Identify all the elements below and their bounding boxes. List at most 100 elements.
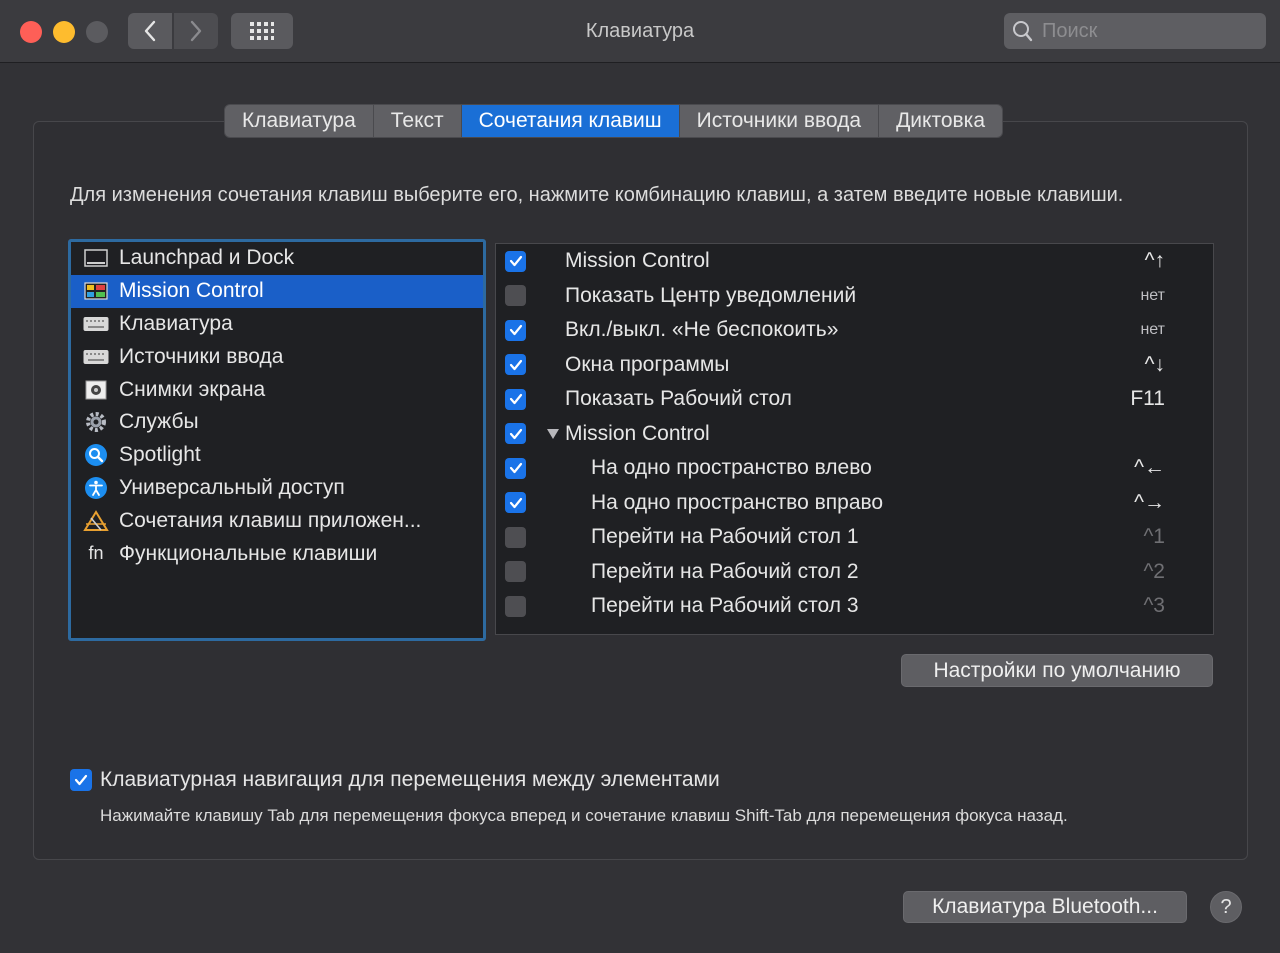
category-item-mission-control[interactable]: Mission Control xyxy=(71,274,483,308)
shortcut-key[interactable]: ^1 xyxy=(1143,525,1165,549)
search-input[interactable] xyxy=(1040,18,1254,44)
shortcut-checkbox[interactable] xyxy=(505,457,526,479)
category-label: Снимки экрана xyxy=(119,377,266,401)
shortcut-checkbox[interactable] xyxy=(505,388,526,410)
mission-control-icon xyxy=(83,280,109,302)
shortcut-label: На одно пространство вправо xyxy=(591,490,884,514)
shortcut-checkbox[interactable] xyxy=(505,250,526,272)
shortcut-row[interactable]: Перейти на Рабочий стол 2 ^2 xyxy=(496,555,1213,590)
shortcut-checkbox[interactable] xyxy=(505,595,526,617)
shortcut-label: Показать Центр уведомлений xyxy=(565,283,857,307)
category-label: Службы xyxy=(119,410,199,434)
shortcut-key[interactable]: F11 xyxy=(1130,387,1165,411)
tab-bar: Клавиатура Текст Сочетания клавиш Источн… xyxy=(224,104,1003,138)
checkmark-icon xyxy=(74,774,88,786)
category-label: Сочетания клавиш приложен... xyxy=(119,508,422,532)
category-item-screenshots[interactable]: Снимки экрана xyxy=(71,373,483,406)
checkmark-icon xyxy=(509,359,522,370)
restore-defaults-button[interactable]: Настройки по умолчанию xyxy=(901,654,1213,687)
keyboard-navigation-description: Нажимайте клавишу Tab для перемещения фо… xyxy=(100,806,1068,825)
keyboard-icon xyxy=(83,346,109,368)
category-item-accessibility[interactable]: Универсальный доступ xyxy=(71,472,483,505)
title-bar: Клавиатура xyxy=(0,0,1280,63)
shortcut-list[interactable]: Mission Control ^↑ Показать Центр уведом… xyxy=(495,243,1214,635)
category-item-services[interactable]: Службы xyxy=(71,406,483,439)
accessibility-icon xyxy=(83,476,109,499)
shortcut-row[interactable]: Mission Control ^↑ xyxy=(496,244,1213,279)
shortcut-key[interactable]: ^↓ xyxy=(1145,353,1165,377)
tab-input-sources[interactable]: Источники ввода xyxy=(680,105,880,137)
category-item-function-keys[interactable]: fn Функциональные клавиши xyxy=(71,537,483,570)
category-label: Launchpad и Dock xyxy=(119,246,295,270)
shortcut-key[interactable]: нет xyxy=(1140,321,1165,339)
gear-icon xyxy=(83,411,109,433)
shortcut-checkbox[interactable] xyxy=(505,526,526,548)
shortcut-row[interactable]: Перейти на Рабочий стол 1 ^1 xyxy=(496,520,1213,555)
shortcut-row[interactable]: Вкл./выкл. «Не беспокоить» нет xyxy=(496,313,1213,348)
shortcut-label: Показать Рабочий стол xyxy=(565,387,792,411)
shortcut-row[interactable]: На одно пространство вправо ^→ xyxy=(496,486,1213,521)
bluetooth-keyboard-button[interactable]: Клавиатура Bluetooth... xyxy=(903,891,1187,923)
tab-shortcuts[interactable]: Сочетания клавиш xyxy=(461,105,680,137)
category-label: Функциональные клавиши xyxy=(119,541,378,565)
checkmark-icon xyxy=(509,497,522,508)
shortcut-checkbox[interactable] xyxy=(505,423,526,445)
category-label: Источники ввода xyxy=(119,344,284,368)
shortcut-group-row[interactable]: Mission Control xyxy=(496,417,1213,452)
shortcut-label: На одно пространство влево xyxy=(591,456,872,480)
spotlight-icon xyxy=(83,444,109,467)
instruction-text: Для изменения сочетания клавиш выберите … xyxy=(70,184,1124,206)
help-button[interactable]: ? xyxy=(1210,891,1242,923)
shortcut-key[interactable]: ^2 xyxy=(1143,560,1165,584)
shortcut-key[interactable]: ^↑ xyxy=(1145,249,1165,273)
category-item-input-sources[interactable]: Источники ввода xyxy=(71,340,483,373)
shortcut-checkbox[interactable] xyxy=(505,492,526,514)
shortcut-row[interactable]: Окна программы ^↓ xyxy=(496,348,1213,383)
dock-icon xyxy=(83,247,109,269)
shortcut-row[interactable]: Перейти на Рабочий стол 3 ^3 xyxy=(496,589,1213,624)
category-label: Универсальный доступ xyxy=(119,475,345,499)
shortcut-key[interactable]: нет xyxy=(1140,287,1165,305)
checkmark-icon xyxy=(509,463,522,474)
screenshot-icon xyxy=(83,379,109,401)
shortcut-key[interactable]: ^← xyxy=(1134,456,1165,480)
category-item-app-shortcuts[interactable]: Сочетания клавиш приложен... xyxy=(71,504,483,537)
shortcut-label: Перейти на Рабочий стол 3 xyxy=(591,594,859,618)
tab-dictation[interactable]: Диктовка xyxy=(879,105,1002,137)
shortcut-row[interactable]: Показать Рабочий стол F11 xyxy=(496,382,1213,417)
keyboard-navigation-checkbox[interactable] xyxy=(70,769,92,791)
shortcut-key[interactable]: ^3 xyxy=(1143,594,1165,618)
shortcut-label: Перейти на Рабочий стол 2 xyxy=(591,559,859,583)
checkmark-icon xyxy=(509,256,522,267)
category-label: Клавиатура xyxy=(119,311,233,335)
shortcut-checkbox[interactable] xyxy=(505,285,526,307)
checkmark-icon xyxy=(509,325,522,336)
search-icon xyxy=(1013,21,1033,42)
shortcut-checkbox[interactable] xyxy=(505,561,526,583)
shortcut-checkbox[interactable] xyxy=(505,319,526,341)
shortcut-label: Mission Control xyxy=(565,249,710,273)
tab-text[interactable]: Текст xyxy=(374,105,462,137)
checkmark-icon xyxy=(509,428,522,439)
shortcut-label: Перейти на Рабочий стол 1 xyxy=(591,525,859,549)
category-item-spotlight[interactable]: Spotlight xyxy=(71,439,483,472)
shortcut-label: Окна программы xyxy=(565,352,730,376)
keyboard-icon xyxy=(83,313,109,335)
category-item-launchpad-dock[interactable]: Launchpad и Dock xyxy=(71,242,483,275)
keyboard-navigation-label[interactable]: Клавиатурная навигация для перемещения м… xyxy=(100,768,720,792)
shortcut-row[interactable]: Показать Центр уведомлений нет xyxy=(496,279,1213,314)
shortcut-checkbox[interactable] xyxy=(505,354,526,376)
shortcut-label: Mission Control xyxy=(565,421,710,445)
category-item-keyboard[interactable]: Клавиатура xyxy=(71,308,483,341)
shortcut-key[interactable]: ^→ xyxy=(1134,491,1165,515)
category-label: Mission Control xyxy=(119,279,264,303)
checkmark-icon xyxy=(509,394,522,405)
tab-keyboard[interactable]: Клавиатура xyxy=(225,105,374,137)
category-list[interactable]: Launchpad и Dock Mission Control Клавиат… xyxy=(68,239,486,641)
shortcut-row[interactable]: На одно пространство влево ^← xyxy=(496,451,1213,486)
shortcut-label: Вкл./выкл. «Не беспокоить» xyxy=(565,318,839,342)
disclosure-triangle-icon[interactable] xyxy=(546,428,560,440)
fn-icon: fn xyxy=(88,543,104,564)
category-label: Spotlight xyxy=(119,443,201,467)
search-field[interactable] xyxy=(1004,13,1266,49)
